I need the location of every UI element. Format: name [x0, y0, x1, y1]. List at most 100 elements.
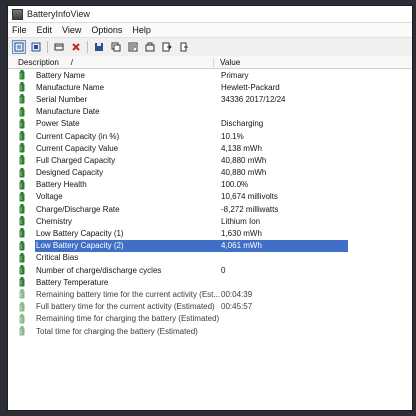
table-row[interactable]: Current Capacity Value 4,138 mWh [8, 142, 412, 154]
table-row[interactable]: Current Capacity (in %) 10.1% [8, 130, 412, 142]
row-description: Designed Capacity [36, 168, 104, 178]
menu-file[interactable]: File [12, 25, 27, 35]
row-value: 00:04:39 [221, 289, 253, 299]
row-value: Lithium Ion [221, 216, 261, 226]
battery-icon [19, 82, 25, 92]
table-row[interactable]: Chemistry Lithium Ion [8, 215, 412, 227]
app-icon [12, 8, 23, 20]
row-description: Battery Temperature [36, 277, 109, 287]
row-value: 00:45:57 [221, 302, 253, 312]
battery-icon [19, 118, 25, 129]
row-description: Full battery time for the current activi… [36, 302, 215, 312]
row-description: Current Capacity (in %) [36, 131, 120, 141]
row-description: Charge/Discharge Rate [36, 204, 120, 214]
battery-icon [19, 155, 25, 165]
table-row[interactable]: Low Battery Capacity (1) 1,630 mWh [8, 227, 412, 239]
battery-icon [19, 130, 25, 141]
table-rows: Battery Name Primary Manufacture Name Hewle… [8, 69, 412, 337]
table-row[interactable]: Critical Bias [8, 252, 412, 264]
toolbar-separator [47, 41, 48, 53]
table-row[interactable]: Battery Health 100.0% [8, 179, 412, 191]
options-icon[interactable] [143, 40, 157, 54]
table-row[interactable]: Number of charge/discharge cycles 0 [8, 264, 412, 276]
row-value: 4,061 mWh [221, 241, 262, 251]
menu-bar: File Edit View Options Help [8, 23, 412, 38]
row-description: Low Battery Capacity (1) [36, 229, 124, 239]
battery-icon [19, 106, 25, 117]
table-row[interactable]: Manufacture Date [8, 106, 412, 118]
column-value-label: Value [220, 57, 241, 67]
battery-icon [19, 204, 25, 214]
html-report-icon[interactable] [126, 40, 140, 54]
menu-help[interactable]: Help [132, 25, 151, 35]
table-row[interactable]: Remaining battery time for the current a… [8, 288, 412, 300]
table-row[interactable]: Remaining time for charging the battery … [8, 313, 412, 325]
table-row[interactable]: Voltage 10,674 millivolts [8, 191, 412, 203]
row-value: Primary [221, 70, 249, 80]
row-description: Manufacture Name [36, 82, 105, 92]
row-value: 0 [221, 265, 226, 275]
table-row[interactable]: Full Charged Capacity 40,880 mWh [8, 154, 412, 166]
properties-icon[interactable] [12, 40, 26, 54]
battery-icon [19, 277, 25, 287]
row-description: Battery Name [36, 70, 85, 80]
table-row[interactable]: Full battery time for the current activi… [8, 301, 412, 313]
table-row[interactable]: Power State Discharging [8, 118, 412, 130]
column-description[interactable]: Description / [8, 57, 214, 67]
copy-icon[interactable] [109, 40, 123, 54]
row-description: Total time for charging the battery (Est… [36, 326, 198, 336]
row-value: -8,272 milliwatts [221, 204, 279, 214]
battery-icon [19, 313, 25, 324]
row-value: 1,630 mWh [221, 229, 262, 239]
toolbar-separator [87, 41, 88, 53]
row-description: Critical Bias [36, 253, 79, 263]
battery-icon [19, 167, 25, 178]
table-row[interactable]: Total time for charging the battery (Est… [8, 325, 412, 337]
row-description: Current Capacity Value [36, 143, 119, 153]
row-value: Hewlett-Packard [221, 82, 280, 92]
table-row[interactable]: Battery Name Primary [8, 69, 412, 81]
battery-icon [19, 265, 25, 275]
row-description: Full Charged Capacity [36, 155, 116, 165]
report-icon[interactable] [29, 40, 43, 54]
battery-icon [19, 191, 25, 202]
table-row[interactable]: Serial Number 34336 2017/12/24 [8, 93, 412, 105]
battery-icon [19, 228, 25, 238]
row-description: Serial Number [36, 94, 88, 104]
table-row[interactable]: Designed Capacity 40,880 mWh [8, 167, 412, 179]
row-value: 4,138 mWh [221, 143, 262, 153]
row-description: Remaining battery time for the current a… [36, 289, 221, 299]
table-row[interactable]: Battery Temperature [8, 276, 412, 288]
row-description: Number of charge/discharge cycles [36, 265, 162, 275]
title-bar: BatteryInfoView [8, 6, 412, 23]
table-row[interactable]: Low Battery Capacity (2) 4,061 mWh [8, 239, 412, 252]
battery-icon [19, 94, 25, 104]
row-description: Power State [36, 119, 80, 129]
menu-options[interactable]: Options [91, 25, 122, 35]
row-description: Low Battery Capacity (2) [36, 241, 124, 251]
row-value: 10.1% [221, 131, 244, 141]
column-description-label: Description [18, 57, 59, 67]
row-description: Chemistry [36, 216, 73, 226]
menu-view[interactable]: View [62, 25, 81, 35]
row-description: Voltage [36, 192, 63, 202]
row-value: 40,880 mWh [221, 155, 267, 165]
table-row[interactable]: Charge/Discharge Rate -8,272 milliwatts [8, 203, 412, 215]
battery-icon [19, 70, 25, 80]
app-window: BatteryInfoView File Edit View Options H… [8, 6, 412, 410]
menu-edit[interactable]: Edit [37, 25, 53, 35]
row-description: Manufacture Date [36, 107, 100, 117]
delete-icon[interactable] [69, 40, 83, 54]
column-value[interactable]: Value [214, 58, 240, 67]
save-icon[interactable] [92, 40, 106, 54]
battery-icon [19, 179, 25, 190]
window-title: BatteryInfoView [27, 9, 90, 19]
export-icon[interactable] [160, 40, 174, 54]
grid-icon[interactable] [52, 40, 66, 54]
row-value: 40,880 mWh [221, 168, 267, 178]
exit-icon[interactable] [177, 40, 191, 54]
sort-indicator-icon: / [70, 57, 73, 67]
battery-icon [19, 289, 25, 299]
row-value: 10,674 millivolts [221, 192, 278, 202]
table-row[interactable]: Manufacture Name Hewlett-Packard [8, 81, 412, 93]
